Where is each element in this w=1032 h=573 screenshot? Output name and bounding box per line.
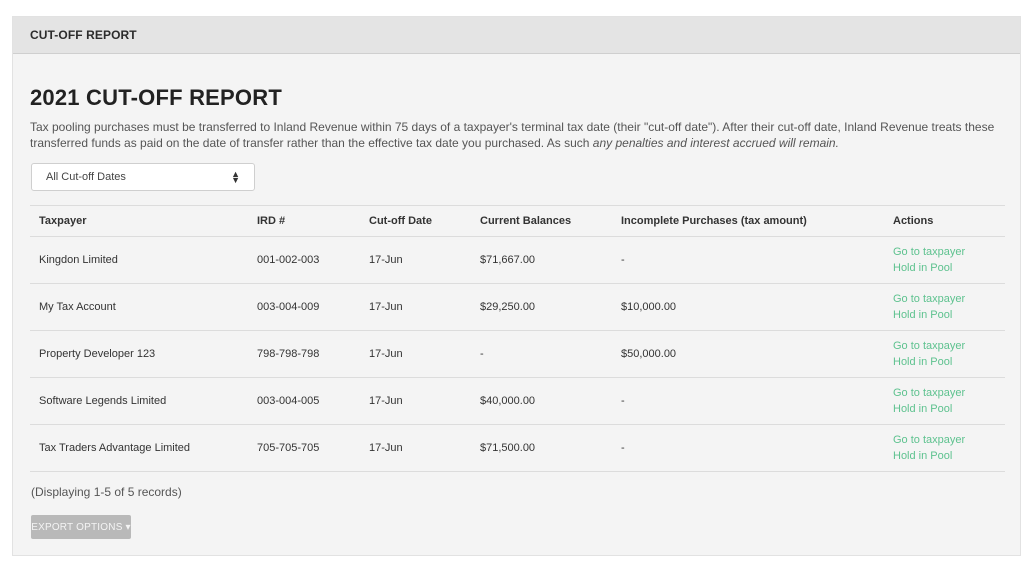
cell-incomplete-purchases: $10,000.00 <box>612 283 884 331</box>
cell-current-balance: $71,667.00 <box>471 236 612 284</box>
go-to-taxpayer-link[interactable]: Go to taxpayer <box>893 432 996 448</box>
column-header-current-balances: Current Balances <box>471 205 612 237</box>
cell-actions: Go to taxpayer Hold in Pool <box>884 424 1005 472</box>
records-count: (Displaying 1-5 of 5 records) <box>31 485 182 499</box>
column-header-taxpayer: Taxpayer <box>30 205 248 237</box>
cell-current-balance: $71,500.00 <box>471 424 612 472</box>
cell-taxpayer: Software Legends Limited <box>30 377 248 425</box>
panel-header-title: CUT-OFF REPORT <box>30 28 137 42</box>
column-header-ird: IRD # <box>248 205 360 237</box>
go-to-taxpayer-link[interactable]: Go to taxpayer <box>893 338 996 354</box>
cell-cutoff-date: 17-Jun <box>360 377 471 425</box>
column-header-cutoff-date: Cut-off Date <box>360 205 471 237</box>
cell-cutoff-date: 17-Jun <box>360 330 471 378</box>
table-row: Software Legends Limited 003-004-005 17-… <box>30 377 1005 425</box>
cell-ird: 003-004-005 <box>248 377 360 425</box>
cell-incomplete-purchases: - <box>612 377 884 425</box>
cutoff-report-table: Taxpayer IRD # Cut-off Date Current Bala… <box>30 205 1005 472</box>
hold-in-pool-link[interactable]: Hold in Pool <box>893 401 996 417</box>
cutoff-date-filter-select[interactable]: All Cut-off Dates ▲ ▼ <box>31 163 255 191</box>
description-emphasis: any penalties and interest accrued will … <box>592 136 839 150</box>
cell-current-balance: $40,000.00 <box>471 377 612 425</box>
cell-actions: Go to taxpayer Hold in Pool <box>884 236 1005 284</box>
table-row: My Tax Account 003-004-009 17-Jun $29,25… <box>30 283 1005 331</box>
page-title: 2021 CUT-OFF REPORT <box>30 85 282 110</box>
table-row: Kingdon Limited 001-002-003 17-Jun $71,6… <box>30 236 1005 284</box>
cell-actions: Go to taxpayer Hold in Pool <box>884 377 1005 425</box>
cell-taxpayer: Kingdon Limited <box>30 236 248 284</box>
hold-in-pool-link[interactable]: Hold in Pool <box>893 307 996 323</box>
description-text: Tax pooling purchases must be transferre… <box>30 120 995 150</box>
go-to-taxpayer-link[interactable]: Go to taxpayer <box>893 291 996 307</box>
cell-incomplete-purchases: - <box>612 236 884 284</box>
sort-arrows-icon: ▲ ▼ <box>231 169 240 185</box>
cell-taxpayer: My Tax Account <box>30 283 248 331</box>
hold-in-pool-link[interactable]: Hold in Pool <box>893 354 996 370</box>
column-header-actions: Actions <box>884 205 1005 237</box>
hold-in-pool-link[interactable]: Hold in Pool <box>893 260 996 276</box>
export-options-button[interactable]: EXPORT OPTIONS ▾ <box>31 515 131 539</box>
cell-cutoff-date: 17-Jun <box>360 236 471 284</box>
cell-cutoff-date: 17-Jun <box>360 283 471 331</box>
cutoff-date-filter-value: All Cut-off Dates <box>46 171 126 183</box>
cell-ird: 798-798-798 <box>248 330 360 378</box>
go-to-taxpayer-link[interactable]: Go to taxpayer <box>893 385 996 401</box>
cell-current-balance: - <box>471 330 612 378</box>
cell-ird: 001-002-003 <box>248 236 360 284</box>
cell-current-balance: $29,250.00 <box>471 283 612 331</box>
cell-actions: Go to taxpayer Hold in Pool <box>884 330 1005 378</box>
go-to-taxpayer-link[interactable]: Go to taxpayer <box>893 244 996 260</box>
cell-taxpayer: Property Developer 123 <box>30 330 248 378</box>
cell-incomplete-purchases: $50,000.00 <box>612 330 884 378</box>
cell-incomplete-purchases: - <box>612 424 884 472</box>
cell-cutoff-date: 17-Jun <box>360 424 471 472</box>
cell-ird: 705-705-705 <box>248 424 360 472</box>
report-description: Tax pooling purchases must be transferre… <box>30 119 1005 151</box>
table-header-row: Taxpayer IRD # Cut-off Date Current Bala… <box>30 205 1005 237</box>
cell-actions: Go to taxpayer Hold in Pool <box>884 283 1005 331</box>
table-row: Tax Traders Advantage Limited 705-705-70… <box>30 424 1005 472</box>
cell-ird: 003-004-009 <box>248 283 360 331</box>
report-panel: CUT-OFF REPORT 2021 CUT-OFF REPORT Tax p… <box>12 16 1021 556</box>
panel-header: CUT-OFF REPORT <box>13 17 1020 54</box>
hold-in-pool-link[interactable]: Hold in Pool <box>893 448 996 464</box>
cell-taxpayer: Tax Traders Advantage Limited <box>30 424 248 472</box>
table-row: Property Developer 123 798-798-798 17-Ju… <box>30 330 1005 378</box>
column-header-incomplete-purchases: Incomplete Purchases (tax amount) <box>612 205 884 237</box>
